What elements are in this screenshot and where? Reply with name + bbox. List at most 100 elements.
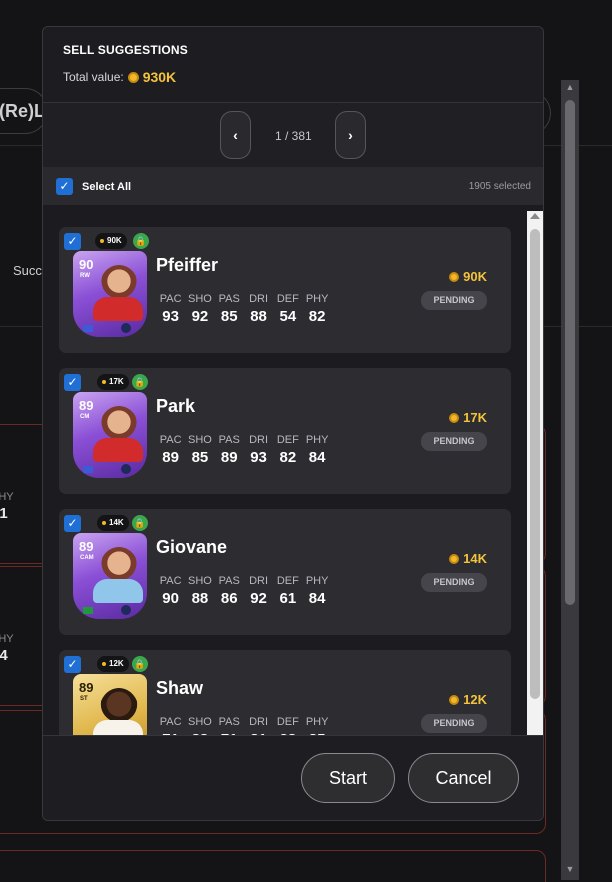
- sell-suggestions-modal: SELL SUGGESTIONS Total value: 930K ‹ 1 /…: [42, 26, 544, 821]
- status-badge: PENDING: [421, 291, 487, 310]
- scroll-up-icon[interactable]: [530, 213, 540, 219]
- scroll-down-icon[interactable]: ▼: [565, 864, 575, 874]
- stat-value: 85: [220, 308, 238, 325]
- stat-key: PHY: [305, 575, 329, 587]
- stat-key: PAC: [159, 716, 182, 728]
- background-side-label: Succ: [13, 263, 42, 278]
- scroll-up-icon[interactable]: ▲: [565, 82, 575, 92]
- coin-icon: [127, 71, 139, 83]
- select-all-checkbox[interactable]: ✓: [56, 178, 73, 195]
- player-stats: PAC 89 SHO 85 PAS 89 DRI 93 DEF 82 PHY 84: [156, 434, 332, 466]
- flag-icon: [83, 466, 93, 473]
- price-badge: 12K: [97, 656, 129, 672]
- stat-key: SHO: [188, 716, 212, 728]
- stat-value: 93: [250, 449, 267, 466]
- stat-value: 54: [279, 308, 297, 325]
- player-name: Giovane: [156, 537, 228, 557]
- background-stat-key: PHY: [0, 633, 14, 645]
- club-icon: [121, 464, 131, 474]
- player-shirt: [93, 720, 143, 735]
- price-value: 14K: [463, 551, 487, 566]
- card-position: ST: [80, 696, 88, 702]
- background-row: [0, 850, 546, 882]
- stat-key: SHO: [188, 575, 212, 587]
- stat-value: 82: [308, 308, 326, 325]
- cancel-button[interactable]: Cancel: [408, 753, 519, 803]
- player-row[interactable]: ✓ 17K 🔒 89 CM Park PAC 89 SHO 85 PAS 89 DRI…: [59, 368, 511, 494]
- stat-value: 61: [279, 590, 297, 607]
- background-stat-value: 84: [0, 647, 8, 664]
- stat-key: PAC: [159, 575, 182, 587]
- row-checkbox[interactable]: ✓: [64, 515, 81, 532]
- price-value: 17K: [463, 410, 487, 425]
- stat-key: DRI: [249, 434, 269, 446]
- player-name: Shaw: [156, 678, 204, 698]
- stat-key: PAC: [159, 434, 182, 446]
- player-shirt: [93, 297, 143, 321]
- stat-value: 90: [162, 590, 179, 607]
- stat-value: 89: [220, 449, 238, 466]
- player-price: 12K: [449, 692, 487, 707]
- player-row[interactable]: ✓ 14K 🔒 89 CAM Giovane PAC 90 SHO 88 PAS 86…: [59, 509, 511, 635]
- club-icon: [121, 323, 131, 333]
- player-card: 90 RW: [73, 251, 147, 337]
- player-price: 90K: [449, 269, 487, 284]
- stat-key: DRI: [249, 293, 269, 305]
- select-all-bar: ✓ Select All 1905 selected: [43, 167, 543, 205]
- modal-footer: Start Cancel: [43, 735, 543, 820]
- scrollbar-thumb[interactable]: [530, 229, 540, 699]
- stat-key: PAS: [218, 434, 240, 446]
- background-stat-key: PHY: [0, 491, 14, 503]
- player-name: Park: [156, 396, 196, 416]
- list-scrollbar[interactable]: [527, 211, 543, 735]
- player-shirt: [93, 438, 143, 462]
- stat-key: DEF: [276, 575, 299, 587]
- player-row[interactable]: ✓ 12K 🔒 89 ST Shaw PAC71 SHO88 PAS71 DRI…: [59, 650, 511, 735]
- select-all-label[interactable]: Select All: [82, 181, 131, 193]
- player-shirt: [93, 579, 143, 603]
- total-label: Total value:: [63, 70, 124, 84]
- stat-key: PAC: [159, 293, 182, 305]
- stat-key: SHO: [188, 434, 212, 446]
- stat-key: DRI: [249, 716, 269, 728]
- background-tab[interactable]: (Re)Lis: [0, 88, 60, 134]
- stat-value: 86: [220, 590, 238, 607]
- scrollbar-thumb[interactable]: [565, 100, 575, 605]
- club-icon: [121, 605, 131, 615]
- stat-value: 84: [308, 449, 326, 466]
- card-rating: 89: [79, 398, 94, 413]
- start-button[interactable]: Start: [301, 753, 395, 803]
- stat-key: PHY: [305, 293, 329, 305]
- stat-key: PHY: [305, 434, 329, 446]
- stat-value: 88: [250, 308, 267, 325]
- lock-icon: 🔒: [133, 233, 149, 249]
- price-badge: 14K: [97, 515, 129, 531]
- coin-icon: [449, 271, 460, 282]
- row-checkbox[interactable]: ✓: [64, 374, 81, 391]
- next-page-button[interactable]: ›: [335, 111, 366, 159]
- coin-icon: [449, 553, 460, 564]
- card-rating: 90: [79, 257, 94, 272]
- row-checkbox[interactable]: ✓: [64, 233, 81, 250]
- stat-key: DEF: [276, 293, 299, 305]
- stat-value: 92: [191, 308, 209, 325]
- lock-icon: 🔒: [132, 374, 148, 390]
- price-value: 90K: [463, 269, 487, 284]
- player-row[interactable]: ✓ 90K 🔒 90 RW Pfeiffer PAC 93 SHO 92 PAS 85…: [59, 227, 511, 353]
- status-badge: PENDING: [421, 573, 487, 592]
- page-scrollbar[interactable]: ▲ ▼: [561, 80, 579, 880]
- player-name: Pfeiffer: [156, 255, 219, 275]
- stat-key: DRI: [249, 575, 269, 587]
- status-badge: PENDING: [421, 714, 487, 733]
- total-amount: 930K: [142, 69, 177, 85]
- player-card: 89 CAM: [73, 533, 147, 619]
- card-rating: 89: [79, 680, 94, 695]
- lock-icon: 🔒: [132, 515, 148, 531]
- stat-value: 84: [308, 590, 326, 607]
- stat-key: DEF: [276, 434, 299, 446]
- player-list[interactable]: ✓ 90K 🔒 90 RW Pfeiffer PAC 93 SHO 92 PAS 85…: [43, 205, 543, 735]
- stat-value: 89: [162, 449, 179, 466]
- player-card: 89 CM: [73, 392, 147, 478]
- row-checkbox[interactable]: ✓: [64, 656, 81, 673]
- prev-page-button[interactable]: ‹: [220, 111, 251, 159]
